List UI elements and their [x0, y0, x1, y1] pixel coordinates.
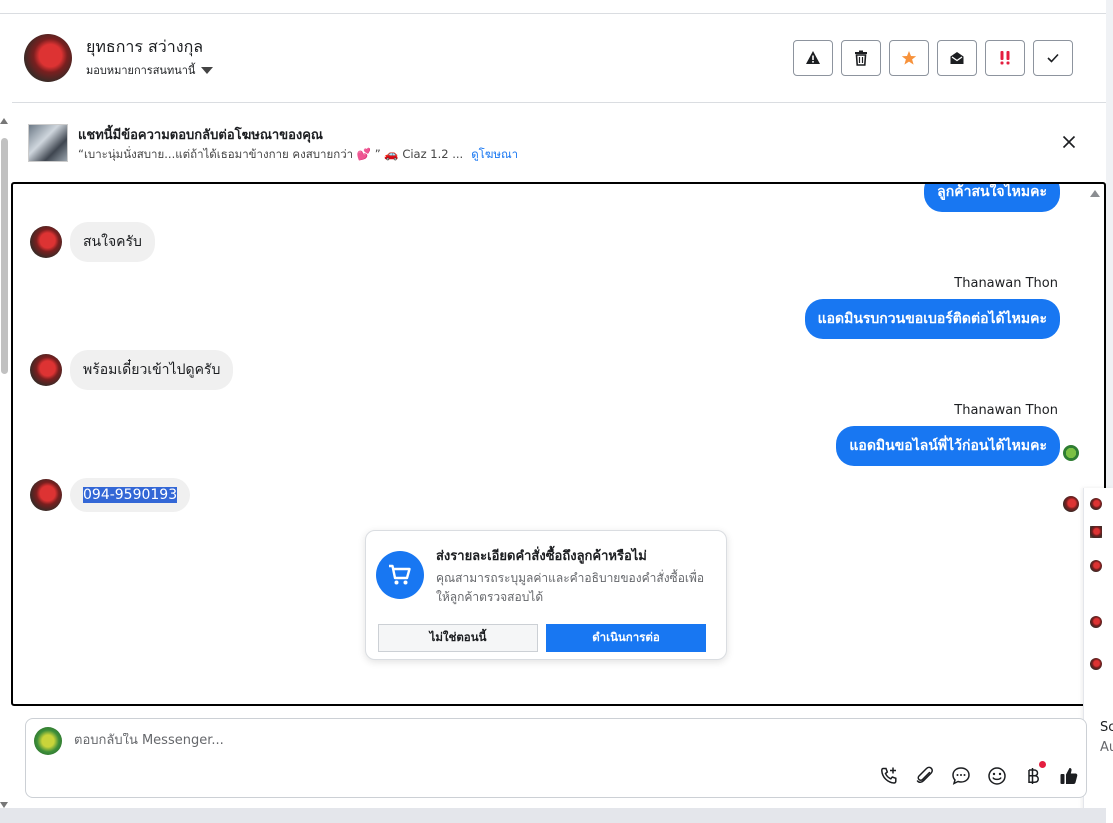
- incoming-message[interactable]: สนใจครับ: [70, 222, 155, 262]
- contact-avatar-small[interactable]: [30, 226, 62, 258]
- scroll-thumb[interactable]: [1, 138, 8, 374]
- contact-name[interactable]: ยุทธการ สว่างกุล: [86, 35, 203, 60]
- header-actions: [793, 40, 1073, 76]
- popup-avatar[interactable]: [1090, 616, 1102, 628]
- spam-button[interactable]: [793, 40, 833, 76]
- popup-text: Sc: [1100, 720, 1113, 735]
- warning-icon: [806, 51, 820, 64]
- ad-snippet: “เบาะนุ่มนั่งสบาย...แต่ถ้าได้เธอมาข้างกา…: [78, 147, 464, 161]
- smiley-icon: [988, 767, 1006, 785]
- reply-input[interactable]: [74, 733, 974, 748]
- outgoing-message[interactable]: แอดมินรบกวนขอเบอร์ติดต่อได้ไหมคะ: [804, 299, 1060, 339]
- chat-bubble-icon: [952, 767, 970, 785]
- star-button[interactable]: [889, 40, 929, 76]
- outgoing-message[interactable]: แอดมินขอไลน์พี่ไว้ก่อนได้ไหมคะ: [836, 426, 1060, 466]
- assign-label: มอบหมายการสนทนานี้: [86, 64, 196, 77]
- popup-avatar[interactable]: [1090, 658, 1102, 670]
- ad-snippet-row: “เบาะนุ่มนั่งสบาย...แต่ถ้าได้เธอมาข้างกา…: [78, 146, 518, 164]
- thread-scroll-up-arrow[interactable]: [1090, 190, 1100, 197]
- saved-replies-button[interactable]: [950, 765, 972, 787]
- incoming-message[interactable]: พร้อมเดี๋ยวเข้าไปดูครับ: [70, 350, 234, 390]
- contact-avatar[interactable]: [24, 34, 72, 82]
- incoming-message-row: สนใจครับ: [30, 222, 155, 262]
- ad-thumbnail[interactable]: [28, 124, 68, 162]
- delivered-indicator: [1063, 445, 1079, 461]
- conversation-header: ยุทธการ สว่างกุล มอบหมายการสนทนานี้: [12, 15, 1106, 103]
- caret-down-icon: [201, 66, 214, 74]
- paperclip-icon: [916, 766, 933, 783]
- message-thread[interactable]: ลูกค้าสนใจไหมคะ สนใจครับ Thanawan Thon แ…: [11, 182, 1106, 706]
- star-icon: [901, 51, 917, 65]
- view-ad-link[interactable]: ดูโฆษณา: [471, 147, 518, 161]
- ad-banner-title: แชทนี้มีข้อความตอบกลับต่อโฆษณาของคุณ: [78, 128, 323, 143]
- order-details-prompt: ส่งรายละเอียดคำสั่งซื้อถึงลูกค้าหรือไม่ …: [365, 530, 727, 660]
- outgoing-message[interactable]: ลูกค้าสนใจไหมคะ: [924, 184, 1060, 212]
- bottom-bar: [0, 808, 1106, 823]
- contact-avatar-small[interactable]: [30, 354, 62, 386]
- double-exclamation-icon: [1000, 51, 1010, 65]
- payment-button[interactable]: [1022, 761, 1046, 787]
- sender-name: Thanawan Thon: [954, 276, 1058, 291]
- thumbs-up-icon: [1060, 768, 1078, 784]
- contact-avatar-small[interactable]: [30, 479, 62, 511]
- phone-plus-icon: [881, 767, 897, 784]
- selected-phone-number[interactable]: 094-9590193: [83, 487, 178, 503]
- done-button[interactable]: [1033, 40, 1073, 76]
- emoji-button[interactable]: [986, 765, 1008, 787]
- seen-avatar: [1063, 496, 1079, 512]
- popup-avatar[interactable]: [1090, 560, 1102, 572]
- popup-subtext: Au: [1100, 740, 1113, 755]
- popup-avatar[interactable]: [1090, 498, 1102, 510]
- incoming-message-row: 094-9590193: [30, 478, 191, 512]
- shopping-cart-icon: [389, 564, 411, 585]
- mark-unread-button[interactable]: [937, 40, 977, 76]
- check-icon: [1047, 53, 1059, 63]
- composer-toolbar: [878, 761, 1080, 787]
- call-button[interactable]: [878, 765, 900, 787]
- sender-name: Thanawan Thon: [954, 403, 1058, 418]
- popup-thumbnail[interactable]: [1090, 526, 1102, 538]
- side-popup-panel[interactable]: Sc Au: [1083, 488, 1113, 823]
- continue-button[interactable]: ดำเนินการต่อ: [546, 624, 706, 652]
- like-button[interactable]: [1058, 765, 1080, 787]
- incoming-message-row: พร้อมเดี๋ยวเข้าไปดูครับ: [30, 350, 234, 390]
- attach-button[interactable]: [914, 765, 936, 787]
- page-scrollbar[interactable]: [0, 118, 10, 808]
- close-icon[interactable]: [1061, 134, 1077, 150]
- incoming-message[interactable]: 094-9590193: [70, 478, 191, 512]
- not-now-button[interactable]: ไม่ใช่ตอนนี้: [378, 624, 538, 652]
- page-avatar: [34, 727, 62, 755]
- order-prompt-description: คุณสามารถระบุมูลค่าและคำอธิบายของคำสั่งซ…: [436, 571, 705, 604]
- ad-reply-banner: แชทนี้มีข้อความตอบกลับต่อโฆษณาของคุณ “เบ…: [12, 104, 1106, 182]
- scroll-up-arrow[interactable]: [0, 118, 8, 124]
- delete-button[interactable]: [841, 40, 881, 76]
- top-strip: [0, 0, 1106, 14]
- notification-dot: [1039, 761, 1046, 768]
- envelope-open-icon: [950, 52, 964, 64]
- order-prompt-title: ส่งรายละเอียดคำสั่งซื้อถึงลูกค้าหรือไม่: [436, 549, 647, 564]
- trash-icon: [855, 50, 867, 66]
- assign-conversation-dropdown[interactable]: มอบหมายการสนทนานี้: [86, 61, 214, 79]
- cart-icon-circle: [376, 551, 424, 599]
- baht-icon: [1028, 768, 1039, 784]
- reply-composer: [25, 718, 1087, 798]
- urgent-button[interactable]: [985, 40, 1025, 76]
